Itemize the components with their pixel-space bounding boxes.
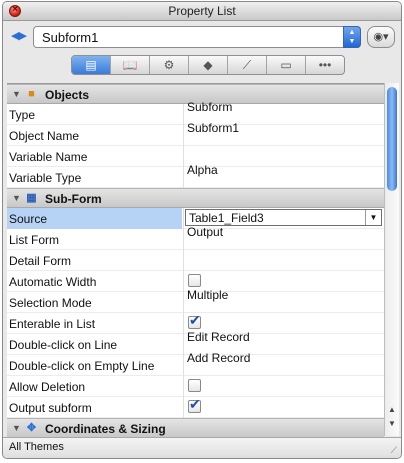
- allow-deletion-checkbox[interactable]: [188, 379, 201, 392]
- property-row-detail-form[interactable]: Detail Form: [7, 250, 384, 271]
- property-value[interactable]: Subform1: [183, 121, 384, 146]
- property-row-object-name[interactable]: Object Name Subform1: [7, 121, 384, 146]
- chevron-up-icon: ▲: [348, 29, 356, 36]
- disclosure-triangle-icon[interactable]: ▼: [12, 89, 21, 99]
- section-label: Objects: [45, 88, 90, 102]
- vertical-scrollbar[interactable]: ▲ ▼: [384, 83, 399, 436]
- nav-arrows-icon[interactable]: ◀▶: [11, 29, 27, 42]
- property-list-window: × Property List ◀▶ Subform1 ▲ ▼ ◉▾ ▤ 📖 ⚙…: [2, 1, 402, 459]
- value-text: Add Record: [187, 351, 251, 365]
- move-icon: ✥: [26, 422, 37, 434]
- property-name: Detail Form: [9, 254, 72, 268]
- dropdown-value: Table1_Field3: [189, 211, 264, 225]
- shapes-icon[interactable]: ◆: [189, 56, 228, 74]
- gear-icon[interactable]: ⚙: [150, 56, 189, 74]
- property-name: Variable Type: [9, 171, 82, 185]
- book-icon[interactable]: 📖: [111, 56, 150, 74]
- value-text: Edit Record: [187, 330, 250, 344]
- property-row-selection-mode[interactable]: Selection Mode Multiple: [7, 288, 384, 313]
- section-coordinates-sizing[interactable]: ▼ ✥ Coordinates & Sizing: [7, 418, 384, 437]
- category-toolbar: ▤ 📖 ⚙ ◆ ⟋ ▭ •••: [71, 55, 345, 75]
- more-icon[interactable]: •••: [306, 56, 344, 74]
- property-name: Selection Mode: [9, 296, 92, 310]
- resize-grip-icon[interactable]: ⟋: [391, 445, 397, 456]
- value-text: Multiple: [187, 288, 229, 302]
- property-value: [183, 376, 384, 397]
- property-name: Output subform: [9, 401, 92, 415]
- property-list: ▼ ■ Objects Type Subform Object Name Sub…: [7, 83, 384, 437]
- property-row-variable-type[interactable]: Variable Type Alpha: [7, 163, 384, 188]
- disclosure-triangle-icon[interactable]: ▼: [12, 423, 21, 433]
- enterable-in-list-checkbox[interactable]: [188, 312, 201, 329]
- chevron-down-icon[interactable]: ▼: [365, 210, 381, 225]
- eye-menu-button[interactable]: ◉▾: [367, 26, 395, 48]
- section-label: Coordinates & Sizing: [45, 422, 166, 436]
- property-name: Enterable in List: [9, 317, 96, 331]
- property-name: Variable Name: [9, 150, 88, 164]
- object-selector[interactable]: Subform1 ▲ ▼: [33, 26, 361, 48]
- property-name: List Form: [9, 233, 60, 247]
- scroll-down-icon[interactable]: ▼: [388, 419, 396, 428]
- value-text: Output: [187, 225, 224, 239]
- section-subform[interactable]: ▼ ▦ Sub-Form: [7, 188, 384, 208]
- property-value: [183, 396, 384, 418]
- property-name: Object Name: [9, 129, 80, 143]
- property-name: Automatic Width: [9, 275, 97, 289]
- property-value[interactable]: Alpha: [183, 163, 384, 188]
- window-title: Property List: [168, 4, 236, 18]
- monitor-icon[interactable]: ▭: [267, 56, 306, 74]
- subform-icon: ▦: [26, 192, 37, 204]
- property-name: Double-click on Line: [9, 338, 118, 352]
- property-name: Allow Deletion: [9, 380, 86, 394]
- selector-stepper[interactable]: ▲ ▼: [343, 26, 361, 48]
- automatic-width-checkbox[interactable]: [188, 274, 201, 287]
- property-value[interactable]: [183, 250, 384, 271]
- output-subform-checkbox[interactable]: [188, 396, 201, 413]
- property-name: Source: [7, 208, 182, 229]
- status-bar: All Themes ⟋: [3, 437, 401, 458]
- property-row-list-form[interactable]: List Form Output: [7, 225, 384, 250]
- scrollbar-thumb[interactable]: [387, 87, 397, 191]
- theme-filter-label[interactable]: All Themes: [9, 441, 64, 453]
- value-text: Subform: [187, 100, 233, 114]
- title-bar[interactable]: × Property List: [3, 2, 401, 21]
- property-name: Type: [9, 108, 36, 122]
- form-icon[interactable]: ▤: [72, 56, 111, 74]
- section-label: Sub-Form: [45, 192, 102, 206]
- value-text: Subform1: [187, 121, 240, 135]
- property-value[interactable]: Add Record: [183, 351, 384, 376]
- cube-icon: ■: [28, 88, 35, 100]
- chart-icon[interactable]: ⟋: [228, 56, 267, 74]
- property-value[interactable]: Output: [183, 225, 384, 250]
- property-row-double-click-empty[interactable]: Double-click on Empty Line Add Record: [7, 351, 384, 376]
- value-text: Alpha: [187, 163, 218, 177]
- source-dropdown[interactable]: Table1_Field3 ▼: [185, 209, 382, 226]
- disclosure-triangle-icon[interactable]: ▼: [12, 193, 21, 203]
- property-row-allow-deletion[interactable]: Allow Deletion: [7, 376, 384, 397]
- scroll-up-icon[interactable]: ▲: [388, 405, 396, 414]
- property-row-output-subform[interactable]: Output subform: [7, 396, 384, 418]
- property-value[interactable]: Multiple: [183, 288, 384, 313]
- property-name: Double-click on Empty Line: [9, 359, 155, 373]
- chevron-down-icon: ▼: [348, 38, 356, 45]
- object-selector-value: Subform1: [42, 30, 99, 45]
